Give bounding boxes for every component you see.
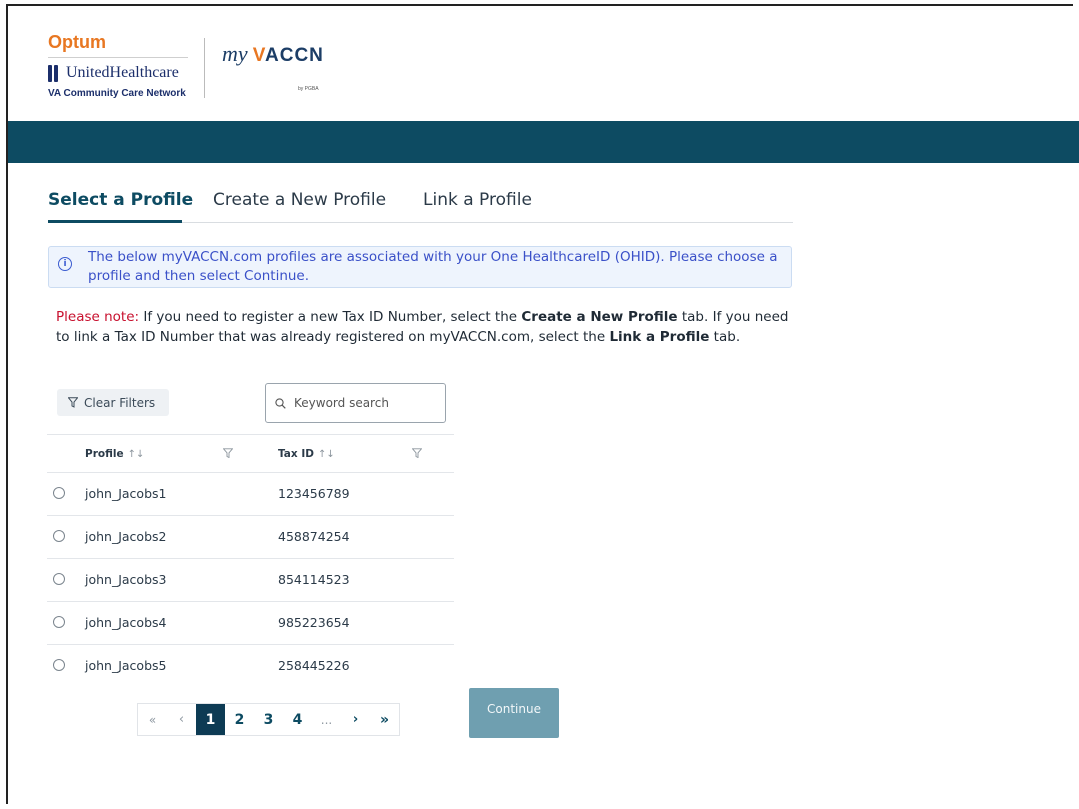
tax-id: 458874254 <box>278 529 350 544</box>
active-tab-indicator <box>48 220 182 223</box>
please-note: Please note: If you need to register a n… <box>56 307 796 347</box>
profiles-table: Profile ↑↓ Tax ID ↑↓ john_Jacobs1 12345678… <box>47 434 454 687</box>
tab-create-profile[interactable]: Create a New Profile <box>213 190 386 210</box>
page-4-button[interactable]: 4 <box>283 704 312 735</box>
info-icon: i <box>58 257 72 271</box>
tax-id: 854114523 <box>278 572 350 587</box>
profile-name: john_Jacobs1 <box>85 486 167 501</box>
table-row[interactable]: john_Jacobs4 985223654 <box>47 602 454 645</box>
clear-filters-button[interactable]: Clear Filters <box>57 389 169 416</box>
tax-id: 985223654 <box>278 615 350 630</box>
next-page-button[interactable]: › <box>341 704 370 735</box>
uhc-logo: UnitedHealthcare <box>48 64 193 82</box>
column-tax-id[interactable]: Tax ID ↑↓ <box>278 448 335 460</box>
uhc-mark-icon <box>48 64 58 82</box>
optum-logo-text: Optum <box>48 32 106 52</box>
filter-profile-icon[interactable] <box>223 448 233 458</box>
profile-tabs: Select a Profile Create a New Profile Li… <box>48 186 793 223</box>
profile-radio[interactable] <box>53 616 65 628</box>
column-profile[interactable]: Profile ↑↓ <box>85 448 144 460</box>
myvaccn-logo-my: my <box>222 41 248 66</box>
first-page-button[interactable]: « <box>138 704 167 735</box>
note-bold-link: Link a Profile <box>609 329 710 345</box>
site-header: Optum UnitedHealthcare VA Community Care… <box>8 6 1079 121</box>
note-bold-create: Create a New Profile <box>521 309 678 325</box>
myvaccn-logo-word: VACCN <box>252 45 324 66</box>
pagination-ellipsis: ... <box>320 712 333 727</box>
optum-uhc-logo[interactable]: Optum UnitedHealthcare VA Community Care… <box>48 32 193 99</box>
profile-name: john_Jacobs3 <box>85 572 167 587</box>
tab-link-profile[interactable]: Link a Profile <box>423 190 532 210</box>
prev-page-button[interactable]: ‹ <box>167 704 196 735</box>
continue-button[interactable]: Continue <box>469 688 559 738</box>
note-text-1: If you need to register a new Tax ID Num… <box>139 309 522 325</box>
pagination: « ‹ 1 2 3 4 ... › » <box>137 703 400 736</box>
keyword-search[interactable] <box>265 383 446 423</box>
info-banner-text: The below myVACCN.com profiles are assoc… <box>88 249 778 284</box>
tab-select-profile[interactable]: Select a Profile <box>48 190 193 210</box>
table-row[interactable]: john_Jacobs2 458874254 <box>47 516 454 559</box>
profile-radio[interactable] <box>53 573 65 585</box>
filter-icon <box>68 397 78 408</box>
info-banner: i The below myVACCN.com profiles are ass… <box>48 246 792 288</box>
profile-radio[interactable] <box>53 487 65 499</box>
tax-id: 258445226 <box>278 658 350 673</box>
profile-radio[interactable] <box>53 530 65 542</box>
clear-filters-label: Clear Filters <box>84 395 156 410</box>
profile-name: john_Jacobs5 <box>85 658 167 673</box>
note-text-3: tab. <box>709 329 741 345</box>
filter-tax-id-icon[interactable] <box>412 448 422 458</box>
table-row[interactable]: john_Jacobs1 123456789 <box>47 473 454 516</box>
search-icon <box>275 397 286 409</box>
myvaccn-logo[interactable]: my VACCN by PGBA <box>222 41 324 92</box>
table-row[interactable]: john_Jacobs5 258445226 <box>47 645 454 687</box>
tax-id: 123456789 <box>278 486 350 501</box>
page-3-button[interactable]: 3 <box>254 704 283 735</box>
page-2-button[interactable]: 2 <box>225 704 254 735</box>
table-row[interactable]: john_Jacobs3 854114523 <box>47 559 454 602</box>
profile-name: john_Jacobs4 <box>85 615 167 630</box>
network-name: VA Community Care Network <box>48 88 186 99</box>
profile-radio[interactable] <box>53 659 65 671</box>
last-page-button[interactable]: » <box>370 704 399 735</box>
search-input[interactable] <box>292 395 436 411</box>
by-pgba-text: by PGBA <box>298 86 319 92</box>
table-header: Profile ↑↓ Tax ID ↑↓ <box>47 434 454 473</box>
sort-icon[interactable]: ↑↓ <box>128 449 145 460</box>
logo-divider <box>48 57 188 58</box>
nav-bar <box>8 121 1079 163</box>
note-prefix: Please note: <box>56 309 140 325</box>
profile-name: john_Jacobs2 <box>85 529 167 544</box>
sort-icon[interactable]: ↑↓ <box>318 449 335 460</box>
header-divider <box>204 38 205 98</box>
page-1-button[interactable]: 1 <box>196 704 225 735</box>
uhc-logo-text: UnitedHealthcare <box>66 64 179 81</box>
